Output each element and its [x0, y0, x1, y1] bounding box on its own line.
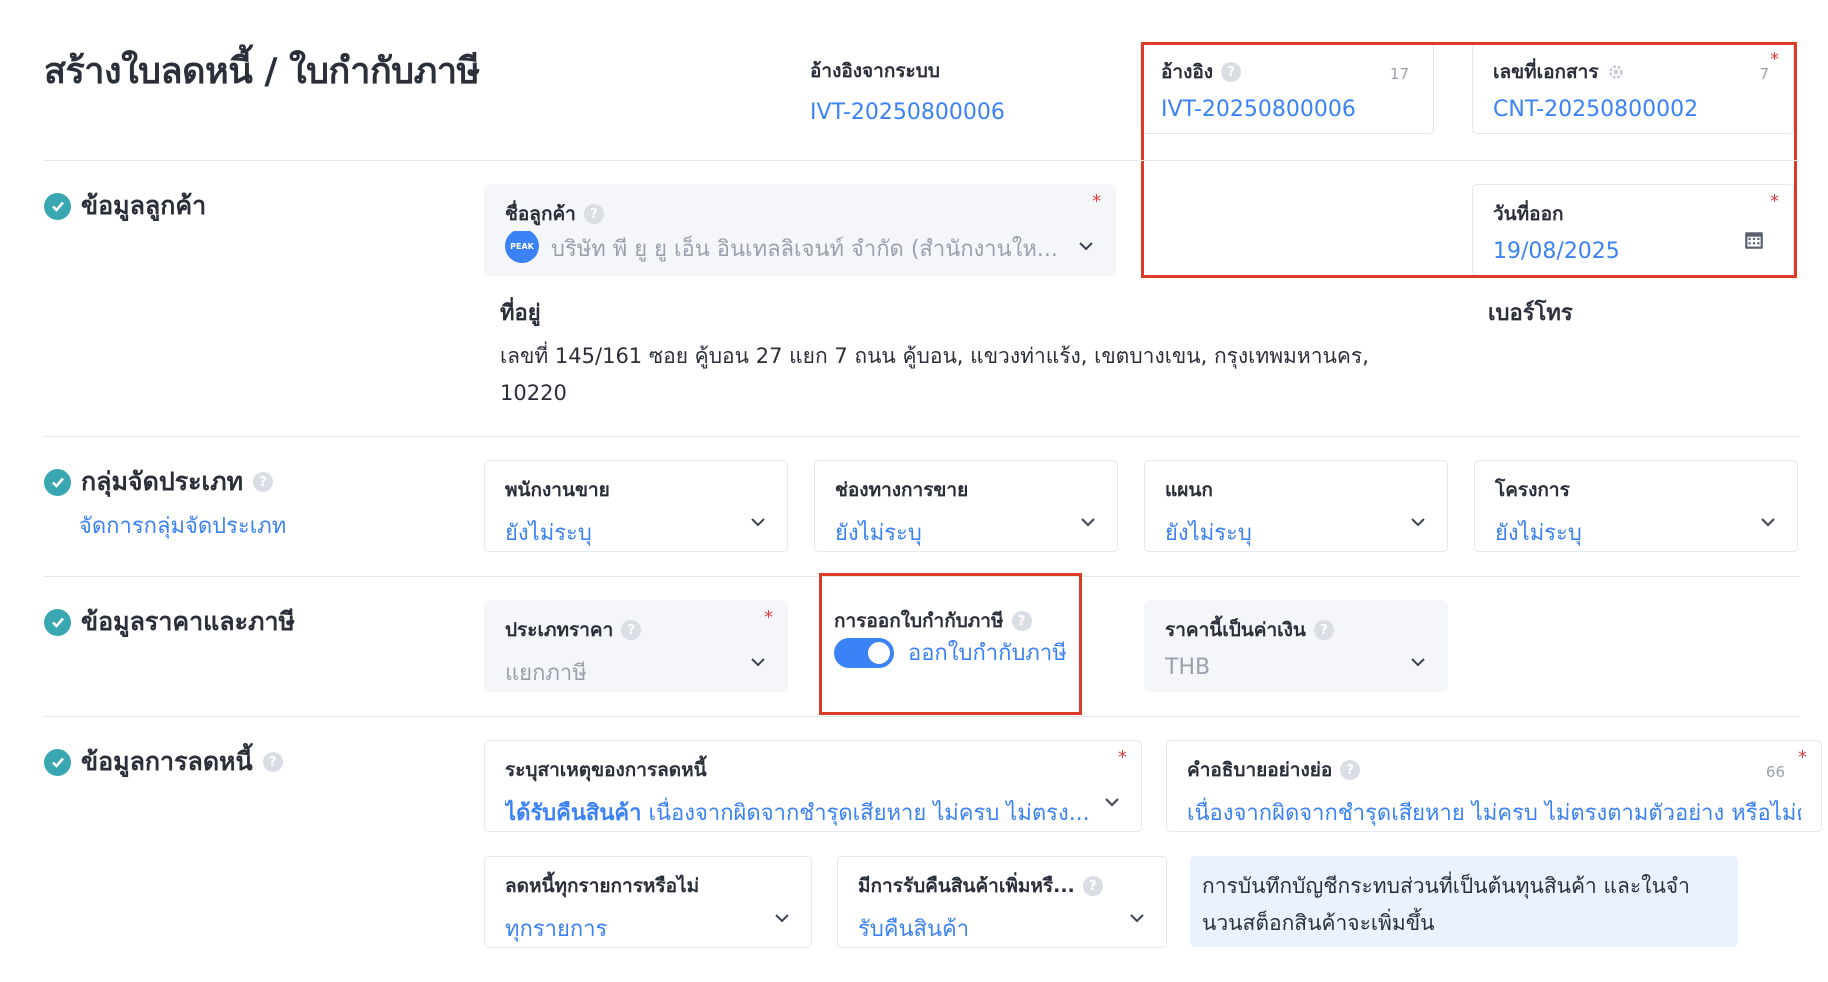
info-text-line: นวนสต็อกสินค้าจะเพิ่มขึ้น: [1202, 911, 1435, 935]
customer-section-title: ข้อมูลลูกค้า: [81, 191, 207, 220]
chevron-down-icon[interactable]: [775, 911, 789, 925]
char-counter: 66: [1765, 763, 1785, 781]
address-line: เลขที่ 145/161 ซอย คู้บอน 27 แยก 7 ถนน ค…: [500, 344, 1369, 368]
help-icon[interactable]: ?: [262, 752, 283, 772]
customer-avatar: PEAK: [505, 231, 539, 263]
description-field[interactable]: คำอธิบายอย่างย่อ? เนื่องจากผิดจากชำรุดเส…: [1166, 740, 1822, 832]
divider: [44, 716, 1799, 717]
description-value[interactable]: เนื่องจากผิดจากชำรุดเสียหาย ไม่ครบ ไม่ตร…: [1187, 795, 1801, 830]
chevron-down-icon[interactable]: [1079, 239, 1093, 253]
field-value: ยังไม่ระบุ: [505, 521, 592, 546]
chevron-down-icon[interactable]: [1105, 795, 1119, 809]
return-label: มีการรับคืนสินค้าเพิ่มหรื...: [858, 875, 1075, 897]
category-section-header: กลุ่มจัดประเภท ?: [44, 462, 274, 502]
credit-section-title: ข้อมูลการลดหนี้: [81, 747, 253, 776]
credit-section-header: ข้อมูลการลดหนี้ ?: [44, 742, 283, 782]
category-section-title: กลุ่มจัดประเภท: [81, 467, 244, 496]
system-reference: อ้างอิงจากระบบ IVT-20250800006: [810, 56, 1005, 125]
check-circle-icon: [44, 608, 71, 636]
customer-select[interactable]: ชื่อลูกค้า? PEAK บริษัท พี ยู ยู เอ็น อิน…: [484, 184, 1116, 276]
reason-tag: ได้รับคืนสินค้า: [505, 801, 642, 826]
sales-channel-select[interactable]: ช่องทางการขาย ยังไม่ระบุ: [814, 460, 1118, 552]
reason-select[interactable]: ระบุสาเหตุของการลดหนี้ ได้รับคืนสินค้า เ…: [484, 740, 1142, 832]
chevron-down-icon[interactable]: [1411, 515, 1425, 529]
currency-label: ราคานี้เป็นค่าเงิน: [1165, 619, 1306, 641]
field-value: ยังไม่ระบุ: [1165, 521, 1252, 546]
required-marker: *: [1118, 747, 1127, 768]
help-icon[interactable]: ?: [1313, 620, 1334, 640]
reason-value: เนื่องจากผิดจากชำรุดเสียหาย ไม่ครบ ไม่ตร…: [648, 801, 1090, 826]
phone-label: เบอร์โทร: [1488, 301, 1573, 326]
chevron-down-icon[interactable]: [1411, 655, 1425, 669]
required-marker: *: [1798, 747, 1807, 768]
currency-value: THB: [1165, 655, 1211, 680]
check-circle-icon: [44, 748, 71, 776]
project-select[interactable]: โครงการ ยังไม่ระบุ: [1474, 460, 1798, 552]
help-icon[interactable]: ?: [621, 620, 642, 640]
field-label: พนักงานขาย: [505, 479, 610, 501]
chevron-down-icon[interactable]: [751, 655, 765, 669]
required-marker: *: [764, 607, 773, 628]
return-value: รับคืนสินค้า: [858, 917, 970, 942]
customer-value: บริษัท พี ยู ยู เอ็น อินเทลลิเจนท์ จำกัด…: [551, 237, 1058, 262]
check-circle-icon: [44, 192, 71, 220]
help-icon[interactable]: ?: [583, 204, 604, 224]
system-reference-label: อ้างอิงจากระบบ: [810, 60, 940, 82]
page-title: สร้างใบลดหนี้ / ใบกำกับภาษี: [44, 51, 480, 92]
currency-select[interactable]: ราคานี้เป็นค่าเงิน? THB: [1144, 600, 1448, 692]
customer-label: ชื่อลูกค้า: [505, 203, 576, 225]
all-items-value: ทุกรายการ: [505, 917, 608, 942]
field-value: ยังไม่ระบุ: [1495, 521, 1582, 546]
help-icon[interactable]: ?: [253, 472, 274, 492]
field-value: ยังไม่ระบุ: [835, 521, 922, 546]
address-line: 10220: [500, 381, 567, 405]
all-items-label: ลดหนี้ทุกรายการหรือไม่: [505, 875, 700, 897]
price-type-select[interactable]: ประเภทราคา? แยกภาษี *: [484, 600, 788, 692]
check-circle-icon: [44, 468, 71, 496]
field-label: ช่องทางการขาย: [835, 479, 969, 501]
customer-section-header: ข้อมูลลูกค้า: [44, 186, 206, 226]
highlight-box: [819, 573, 1082, 715]
divider: [44, 436, 1799, 437]
help-icon[interactable]: ?: [1082, 876, 1103, 896]
address-label: ที่อยู่: [500, 301, 541, 326]
price-type-label: ประเภทราคา: [505, 619, 614, 641]
price-section-title: ข้อมูลราคาและภาษี: [81, 607, 295, 636]
description-label: คำอธิบายอย่างย่อ: [1187, 759, 1333, 781]
system-reference-link[interactable]: IVT-20250800006: [810, 100, 1005, 125]
help-icon[interactable]: ?: [1340, 760, 1361, 780]
chevron-down-icon[interactable]: [1081, 515, 1095, 529]
required-marker: *: [1092, 191, 1101, 212]
all-items-select[interactable]: ลดหนี้ทุกรายการหรือไม่ ทุกรายการ: [484, 856, 812, 948]
accounting-info-box: การบันทึกบัญชีกระทบส่วนที่เป็นต้นทุนสินค…: [1190, 856, 1738, 947]
field-label: แผนก: [1165, 479, 1213, 501]
salesperson-select[interactable]: พนักงานขาย ยังไม่ระบุ: [484, 460, 788, 552]
chevron-down-icon[interactable]: [751, 515, 765, 529]
price-section-header: ข้อมูลราคาและภาษี: [44, 602, 295, 642]
chevron-down-icon[interactable]: [1761, 515, 1775, 529]
manage-category-link[interactable]: จัดการกลุ่มจัดประเภท: [79, 508, 286, 543]
info-text-line: การบันทึกบัญชีกระทบส่วนที่เป็นต้นทุนสินค…: [1202, 874, 1690, 898]
address-text: เลขที่ 145/161 ซอย คู้บอน 27 แยก 7 ถนน ค…: [500, 338, 1400, 412]
reason-label: ระบุสาเหตุของการลดหนี้: [505, 759, 707, 781]
divider: [44, 160, 1799, 161]
department-select[interactable]: แผนก ยังไม่ระบุ: [1144, 460, 1448, 552]
price-type-value: แยกภาษี: [505, 661, 587, 686]
return-select[interactable]: มีการรับคืนสินค้าเพิ่มหรื...? รับคืนสินค…: [837, 856, 1167, 948]
chevron-down-icon[interactable]: [1130, 911, 1144, 925]
field-label: โครงการ: [1495, 479, 1570, 501]
